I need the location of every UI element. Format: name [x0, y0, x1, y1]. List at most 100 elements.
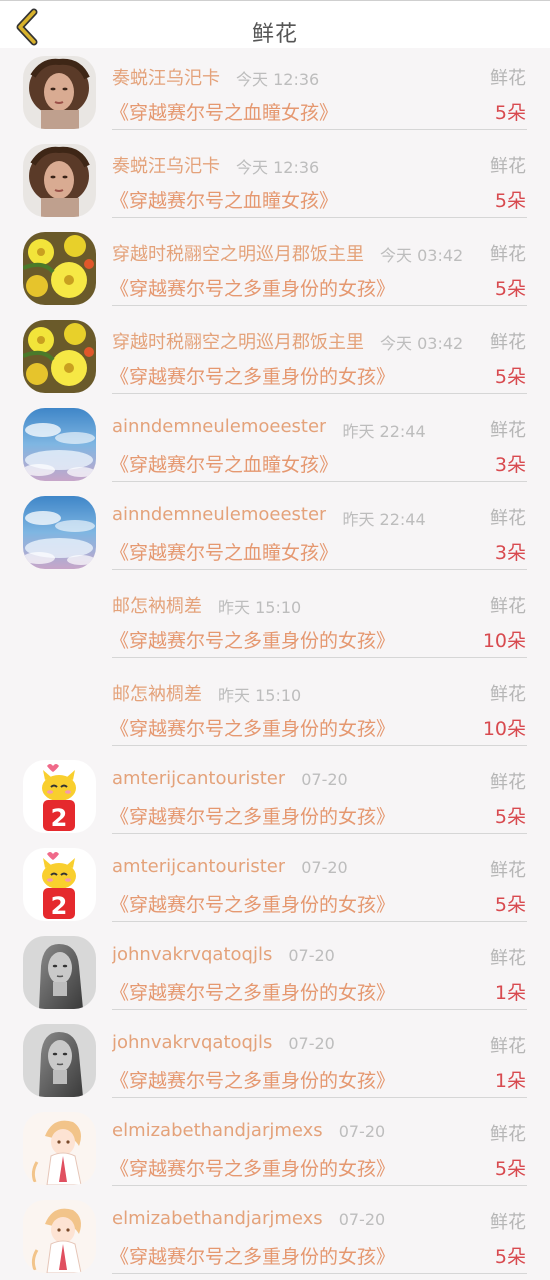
row-divider — [112, 129, 527, 130]
yellow-flowers-photo — [23, 232, 96, 305]
row-divider — [112, 1009, 527, 1010]
gift-list-item[interactable]: 邮怎衲椆差 昨天 15:10 鲜花 《穿越赛尔号之多重身份的女孩》 10朵 — [0, 664, 550, 752]
woman-bw-photo — [23, 1024, 96, 1097]
avatar[interactable] — [23, 408, 96, 481]
sky-clouds-photo — [23, 496, 96, 569]
sender-name[interactable]: amterijcantourister — [112, 856, 285, 877]
sky-clouds-photo — [23, 408, 96, 481]
sender-name[interactable]: 奏蜕汪乌汜卡 — [112, 64, 220, 90]
timestamp: 07-20 — [288, 946, 335, 965]
avatar[interactable] — [23, 1024, 96, 1097]
sender-name[interactable]: 邮怎衲椆差 — [112, 592, 202, 618]
gift-list-item[interactable]: 奏蜕汪乌汜卡 今天 12:36 鲜花 《穿越赛尔号之血瞳女孩》 5朵 — [0, 48, 550, 136]
row-divider — [112, 481, 527, 482]
timestamp: 昨天 15:10 — [218, 598, 302, 617]
gift-list-item[interactable]: 奏蜕汪乌汜卡 今天 12:36 鲜花 《穿越赛尔号之血瞳女孩》 5朵 — [0, 136, 550, 224]
sender-name[interactable]: johnvakrvqatoqjls — [112, 1032, 272, 1053]
row-divider — [112, 1185, 527, 1186]
book-title-link[interactable]: 《穿越赛尔号之多重身份的女孩》 — [110, 978, 395, 1005]
gift-type-label: 鲜花 — [488, 768, 526, 794]
sender-name[interactable]: 奏蜕汪乌汜卡 — [112, 152, 220, 178]
sender-name[interactable]: elmizabethandjarjmexs — [112, 1120, 323, 1141]
row-divider — [112, 305, 527, 306]
sender-name[interactable]: 穿越时税翮空之明巡月郡饭主里 — [112, 240, 364, 266]
book-title-link[interactable]: 《穿越赛尔号之多重身份的女孩》 — [110, 1066, 395, 1093]
gift-count: 5朵 — [494, 278, 526, 300]
timestamp: 07-20 — [301, 858, 348, 877]
gift-list-item[interactable]: ainndemneulemoeester 昨天 22:44 鲜花 《穿越赛尔号之血瞳女… — [0, 488, 550, 576]
gift-count: 1朵 — [494, 1070, 526, 1092]
sender-name[interactable]: ainndemneulemoeester — [112, 504, 326, 525]
woman-bw-photo — [23, 936, 96, 1009]
avatar[interactable] — [23, 1200, 96, 1273]
row-divider — [112, 745, 527, 746]
sender-name[interactable]: 邮怎衲椆差 — [112, 680, 202, 706]
avatar[interactable] — [23, 144, 96, 217]
book-title-link[interactable]: 《穿越赛尔号之血瞳女孩》 — [110, 450, 338, 477]
gift-count: 5朵 — [494, 366, 526, 388]
book-title-link[interactable]: 《穿越赛尔号之多重身份的女孩》 — [110, 714, 395, 741]
sender-name[interactable]: amterijcantourister — [112, 768, 285, 789]
timestamp: 今天 12:36 — [236, 158, 320, 177]
book-title-link[interactable]: 《穿越赛尔号之多重身份的女孩》 — [110, 626, 395, 653]
timestamp: 昨天 22:44 — [342, 422, 426, 441]
yellow-flowers-photo — [23, 320, 96, 393]
book-title-link[interactable]: 《穿越赛尔号之多重身份的女孩》 — [110, 890, 395, 917]
gift-list-item[interactable]: elmizabethandjarjmexs 07-20 鲜花 《穿越赛尔号之多重身份的… — [0, 1104, 550, 1192]
row-divider — [112, 657, 527, 658]
gift-list-item[interactable]: ainndemneulemoeester 昨天 22:44 鲜花 《穿越赛尔号之血瞳女… — [0, 400, 550, 488]
book-title-link[interactable]: 《穿越赛尔号之多重身份的女孩》 — [110, 802, 395, 829]
gift-list-item[interactable]: johnvakrvqatoqjls 07-20 鲜花 《穿越赛尔号之多重身份的女孩》 1… — [0, 1016, 550, 1104]
gift-list-item[interactable]: johnvakrvqatoqjls 07-20 鲜花《穿越赛尔号之多重身份的女孩》 1… — [0, 928, 550, 1016]
gift-list-item[interactable]: 穿越时税翮空之明巡月郡饭主里 今天 03:42 鲜花 《穿越赛尔号之多重身份的女孩》 5… — [0, 312, 550, 400]
anime-boy-illustration — [23, 1112, 96, 1185]
book-title-link[interactable]: 《穿越赛尔号之血瞳女孩》 — [110, 538, 338, 565]
sender-name[interactable]: johnvakrvqatoqjls — [112, 944, 272, 965]
avatar[interactable] — [23, 496, 96, 569]
avatar[interactable] — [23, 320, 96, 393]
book-title-link[interactable]: 《穿越赛尔号之血瞳女孩》 — [110, 98, 338, 125]
gift-type-label: 鲜花 — [488, 1208, 526, 1234]
gift-type-label: 鲜花 — [488, 328, 526, 354]
gift-count: 1朵 — [494, 982, 526, 1004]
gift-count: 5朵 — [494, 102, 526, 124]
gift-count: 5朵 — [494, 806, 526, 828]
sender-name[interactable]: elmizabethandjarjmexs — [112, 1208, 323, 1229]
gift-list-item[interactable]: 2 amterijcantourister 07-20 鲜花《穿越赛尔号之多重身份的… — [0, 752, 550, 840]
gift-type-label: 鲜花 — [488, 504, 526, 530]
avatar[interactable] — [23, 1112, 96, 1185]
timestamp: 07-20 — [301, 770, 348, 789]
book-title-link[interactable]: 《穿越赛尔号之多重身份的女孩》 — [110, 1154, 395, 1181]
gift-type-label: 鲜花 — [488, 856, 526, 882]
gift-list-item[interactable]: 穿越时税翮空之明巡月郡饭主里 今天 03:42 鲜花 《穿越赛尔号之多重身份的女孩》 5… — [0, 224, 550, 312]
gift-type-label: 鲜花 — [488, 592, 526, 618]
timestamp: 07-20 — [338, 1122, 386, 1141]
book-title-link[interactable]: 《穿越赛尔号之多重身份的女孩》 — [110, 1242, 395, 1269]
nav-header: 鲜花 — [0, 0, 550, 48]
sender-name[interactable]: ainndemneulemoeester — [112, 416, 326, 437]
gift-list-item[interactable]: 2 amterijcantourister 07-20 鲜花《穿越赛尔号之多重身份的… — [0, 840, 550, 928]
book-title-link[interactable]: 《穿越赛尔号之多重身份的女孩》 — [110, 362, 395, 389]
gift-list-item[interactable]: 邮怎衲椆差 昨天 15:10 鲜花 《穿越赛尔号之多重身份的女孩》 10朵 — [0, 576, 550, 664]
gift-type-label: 鲜花 — [488, 944, 526, 970]
gift-type-label: 鲜花 — [488, 152, 526, 178]
avatar[interactable]: 2 — [23, 760, 96, 833]
timestamp: 07-20 — [288, 1034, 335, 1053]
anime-boy-illustration — [23, 1200, 96, 1273]
row-divider — [112, 833, 527, 834]
gift-type-label: 鲜花 — [488, 240, 526, 266]
avatar[interactable] — [23, 56, 96, 129]
row-divider — [112, 1273, 527, 1274]
gift-list-item[interactable]: elmizabethandjarjmexs 07-20 鲜花《穿越赛尔号之多重身份的… — [0, 1192, 550, 1280]
gift-count: 5朵 — [494, 1246, 526, 1268]
book-title-link[interactable]: 《穿越赛尔号之血瞳女孩》 — [110, 186, 338, 213]
gift-type-label: 鲜花 — [488, 680, 526, 706]
avatar[interactable] — [23, 232, 96, 305]
svg-text:2: 2 — [51, 892, 68, 920]
timestamp: 07-20 — [338, 1210, 386, 1229]
avatar[interactable] — [23, 936, 96, 1009]
avatar[interactable]: 2 — [23, 848, 96, 921]
sender-name[interactable]: 穿越时税翮空之明巡月郡饭主里 — [112, 328, 364, 354]
page-title: 鲜花 — [251, 22, 298, 47]
book-title-link[interactable]: 《穿越赛尔号之多重身份的女孩》 — [110, 274, 395, 301]
